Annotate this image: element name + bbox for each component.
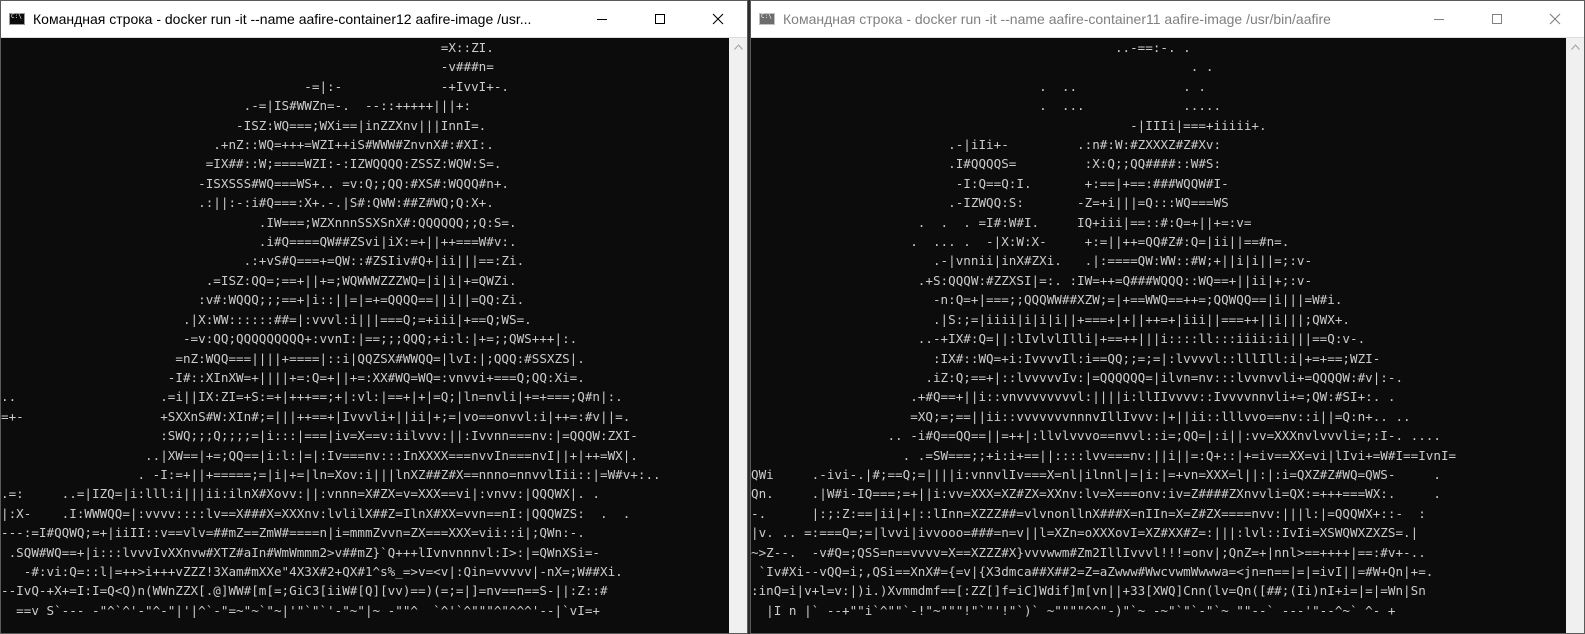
window-title: Командная строка - docker run -it --name… [783, 11, 1331, 27]
maximize-icon [655, 14, 665, 24]
minimize-button[interactable] [1410, 1, 1468, 37]
window-controls [1410, 1, 1584, 37]
maximize-icon [1492, 14, 1502, 24]
minimize-icon [1434, 19, 1444, 20]
title-bar[interactable]: Командная строка - docker run -it --name… [751, 1, 1584, 38]
vertical-scrollbar[interactable] [729, 38, 747, 633]
minimize-icon [597, 19, 607, 20]
cmd-icon [759, 13, 775, 25]
aafire-ascii-output: ..-==:-. . . . . .. . . . ... ..... -|II… [751, 40, 1457, 618]
cmd-icon [9, 13, 25, 25]
scroll-up-button[interactable] [729, 38, 747, 56]
console-window-container12[interactable]: Командная строка - docker run -it --name… [0, 0, 748, 634]
maximize-button[interactable] [631, 1, 689, 37]
minimize-button[interactable] [573, 1, 631, 37]
chevron-up-icon [1570, 44, 1580, 50]
maximize-button[interactable] [1468, 1, 1526, 37]
close-button[interactable] [689, 1, 747, 37]
window-controls [573, 1, 747, 37]
window-title: Командная строка - docker run -it --name… [33, 11, 532, 27]
console-window-container11[interactable]: Командная строка - docker run -it --name… [750, 0, 1585, 634]
title-bar[interactable]: Командная строка - docker run -it --name… [1, 1, 747, 38]
vertical-scrollbar[interactable] [1566, 38, 1584, 633]
console-output[interactable]: ..-==:-. . . . . .. . . . ... ..... -|II… [751, 38, 1566, 633]
console-output[interactable]: =X::ZI. -v###n= -=|:- -+IvvI+-. .-=|IS#W… [1, 38, 729, 633]
scroll-up-button[interactable] [1566, 38, 1584, 56]
close-icon [1549, 13, 1561, 25]
aafire-ascii-output: =X::ZI. -v###n= -=|:- -+IvvI+-. .-=|IS#W… [1, 40, 661, 618]
close-button[interactable] [1526, 1, 1584, 37]
chevron-up-icon [733, 44, 743, 50]
close-icon [712, 13, 724, 25]
